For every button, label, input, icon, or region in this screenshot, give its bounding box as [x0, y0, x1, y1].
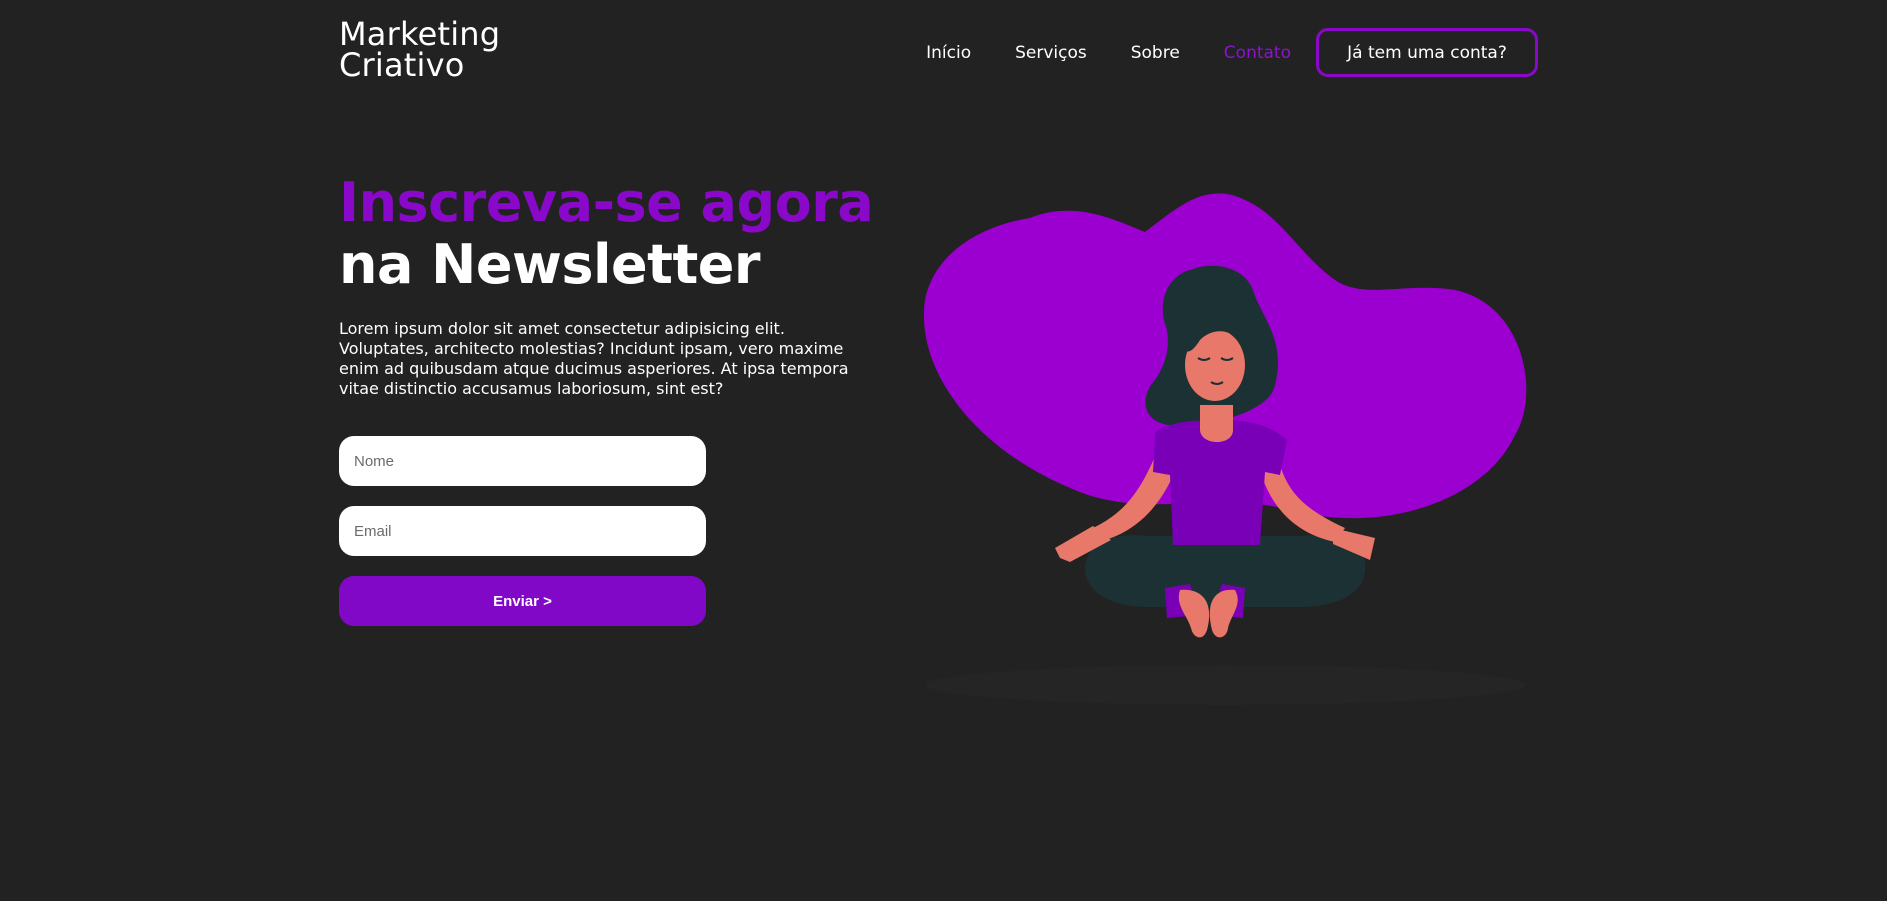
nav-item-servicos[interactable]: Serviços [1015, 43, 1087, 63]
brand-line-2: Criativo [339, 46, 465, 84]
nav-item-sobre[interactable]: Sobre [1131, 43, 1180, 63]
main-nav: Início Serviços Sobre Contato Já tem uma… [926, 28, 1538, 77]
hero-title: Inscreva-se agora na Newsletter [339, 171, 874, 296]
nav-item-inicio[interactable]: Início [926, 43, 971, 63]
email-input[interactable] [339, 506, 706, 556]
floor-shadow [925, 665, 1525, 705]
meditating-woman-illustration [923, 193, 1527, 705]
nav-item-contato[interactable]: Contato [1224, 43, 1291, 63]
hero-title-accent: Inscreva-se agora [339, 171, 874, 234]
newsletter-form: Enviar > [339, 436, 706, 626]
login-button[interactable]: Já tem uma conta? [1316, 28, 1538, 77]
brand-logo[interactable]: Marketing Criativo [339, 18, 500, 84]
newsletter-page: Marketing Criativo Início Serviços Sobre… [0, 0, 1887, 901]
hero-description: Lorem ipsum dolor sit amet consectetur a… [339, 319, 849, 398]
hero-title-main: na Newsletter [339, 233, 761, 296]
submit-button[interactable]: Enviar > [339, 576, 706, 626]
name-input[interactable] [339, 436, 706, 486]
neck [1200, 405, 1233, 442]
